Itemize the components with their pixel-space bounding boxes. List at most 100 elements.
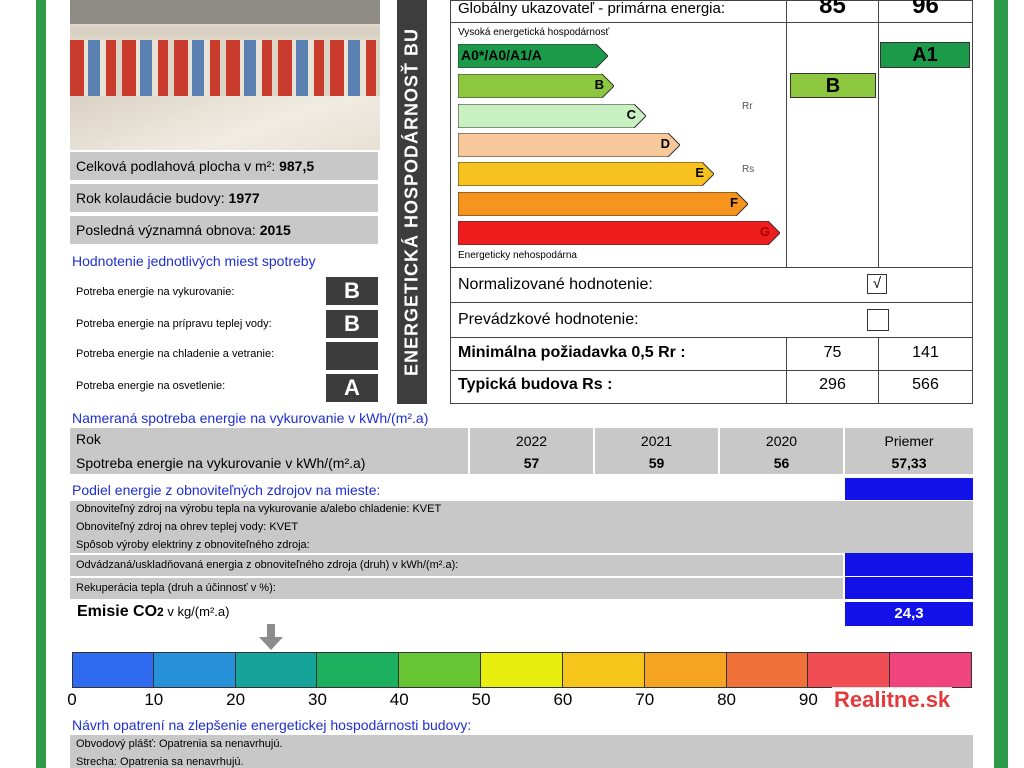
- header-divider: [450, 22, 973, 23]
- normalized-label: Normalizované hodnotenie:: [458, 276, 653, 293]
- inefficient-note: Energeticky nehospodárna: [458, 250, 577, 261]
- rr-marker: Rr: [742, 101, 753, 112]
- year-2022: 2022: [515, 433, 548, 449]
- rs-marker: Rs: [742, 164, 755, 175]
- year-2021: 2021: [640, 433, 673, 449]
- frame-left: [36, 0, 46, 768]
- energy-class-label-f: F: [730, 195, 738, 210]
- min-req-col2: 141: [912, 344, 939, 361]
- scale-col2: [878, 0, 973, 268]
- heat-recovery-box: [845, 577, 973, 599]
- typical-label: Typická budova Rs :: [458, 376, 613, 393]
- energy-class-arrow-c: C: [458, 104, 646, 128]
- value-2021: 59: [648, 455, 665, 471]
- co2-scale-outline: [72, 652, 972, 688]
- energy-class-arrow-e: E: [458, 162, 714, 186]
- col2-class-badge: A1: [880, 42, 970, 68]
- co2-pointer-arrow-icon: [258, 624, 283, 650]
- measured-heading: Nameraná spotreba energie na vykurovanie…: [72, 410, 429, 426]
- renewable-heating-line: Obnoviteľný zdroj na výrobu tepla na vyk…: [76, 503, 442, 515]
- year-2020: 2020: [765, 433, 798, 449]
- heat-recovery-line: Rekuperácia tepla (druh a účinnosť v %):: [76, 582, 276, 594]
- lighting-grade-badge: A: [326, 374, 378, 402]
- proposal-wall-value: Opatrenia sa nenavrhujú.: [159, 738, 283, 750]
- floor-area-label: Celková podlahová plocha v m²:: [76, 158, 280, 174]
- col1-class-badge: B: [790, 73, 876, 98]
- approval-year-label: Rok kolaudácie budovy:: [76, 190, 229, 206]
- energy-class-arrow-g: G: [458, 221, 780, 245]
- energy-class-arrow-d: D: [458, 133, 680, 157]
- energy-class-label-e: E: [695, 165, 704, 180]
- co2-value: 24,3: [845, 602, 973, 626]
- proposals-heading: Návrh opatrení na zlepšenie energetickej…: [72, 717, 472, 733]
- consumption-heading: Hodnotenie jednotlivých miest spotreby: [72, 253, 316, 269]
- proposal-wall: Obvodový plášť: Opatrenia sa nenavrhujú.: [76, 738, 283, 750]
- value-2022: 57: [523, 455, 540, 471]
- cooling-grade-badge: [326, 342, 378, 370]
- proposal-wall-label: Obvodový plášť:: [76, 738, 159, 750]
- floor-area-row: Celková podlahová plocha v m²: 987,5: [70, 152, 378, 180]
- operational-checkbox[interactable]: [867, 309, 889, 331]
- frame-right: [994, 0, 1008, 768]
- energy-class-label-b: B: [594, 77, 604, 92]
- vertical-title-band: ENERGETICKÁ HOSPODÁRNOSŤ BU: [397, 0, 427, 404]
- co2-scale-tick: 10: [144, 690, 164, 709]
- global-indicator-col1: 85: [819, 0, 846, 19]
- floor-area-value: 987,5: [279, 158, 315, 174]
- co2-scale-tick: 70: [635, 690, 655, 709]
- high-efficiency-note: Vysoká energetická hospodárnosť: [458, 27, 610, 38]
- renewable-hotwater-line: Obnoviteľný zdroj na ohrev teplej vody: …: [76, 521, 299, 533]
- typical-col1: 296: [819, 376, 846, 393]
- proposal-roof: Strecha: Opatrenia sa nenavrhujú.: [76, 756, 244, 768]
- co2-scale-tick: 20: [226, 690, 246, 709]
- co2-scale-tick: 50: [471, 690, 491, 709]
- heating-grade-badge: B: [326, 277, 378, 305]
- watermark-logo: Realitne.sk: [832, 687, 953, 713]
- co2-scale-tick: 80: [717, 690, 736, 709]
- normalized-checkbox[interactable]: √: [867, 274, 887, 294]
- average-value: 57,33: [891, 455, 927, 471]
- exported-energy-box: [845, 553, 973, 576]
- co2-scale-tick: 90: [798, 690, 818, 709]
- energy-class-label-c: C: [626, 107, 636, 122]
- co2-scale-tick: 30: [307, 690, 327, 709]
- co2-subscript: 2: [157, 605, 164, 619]
- renovation-value: 2015: [259, 222, 291, 238]
- co2-label-text: Emisie CO: [77, 603, 158, 620]
- energy-class-label-d: D: [660, 136, 670, 151]
- measured-year-label: Rok: [76, 431, 101, 447]
- building-photo: [70, 0, 380, 150]
- hot-water-grade-badge: B: [326, 310, 378, 338]
- energy-class-label-g: G: [759, 224, 770, 239]
- min-req-label: Minimálna požiadavka 0,5 Rr :: [458, 344, 686, 361]
- hot-water-need-label: Potreba energie na prípravu teplej vody:: [76, 318, 272, 330]
- approval-year-value: 1977: [228, 190, 260, 206]
- lighting-need-label: Potreba energie na osvetlenie:: [76, 380, 226, 392]
- renovation-row: Posledná významná obnova: 2015: [70, 216, 378, 244]
- global-indicator-col2: 96: [912, 0, 939, 19]
- operational-label: Prevádzkové hodnotenie:: [458, 311, 639, 328]
- average-label: Priemer: [884, 433, 934, 449]
- scale-col1: [786, 0, 879, 268]
- global-indicator-label: Globálny ukazovateľ - primárna energia:: [458, 0, 726, 17]
- value-2020: 56: [773, 455, 790, 471]
- min-req-col1: 75: [823, 344, 842, 361]
- typical-col2: 566: [912, 376, 939, 393]
- cooling-need-label: Potreba energie na chladenie a vetranie:: [76, 348, 275, 360]
- approval-year-row: Rok kolaudácie budovy: 1977: [70, 184, 378, 212]
- co2-scale-tick: 40: [389, 690, 409, 709]
- renewable-electricity-line: Spôsob výroby elektriny z obnoviteľného …: [76, 539, 310, 551]
- proposal-roof-value: Opatrenia sa nenavrhujú.: [120, 756, 244, 768]
- measured-consumption-label: Spotreba energie na vykurovanie v kWh/(m…: [76, 455, 366, 471]
- energy-class-arrow-b: B: [458, 74, 614, 98]
- renewables-share-box: [845, 478, 973, 500]
- co2-label: Emisie CO2 v kg/(m².a): [77, 603, 229, 621]
- heating-need-label: Potreba energie na vykurovanie:: [76, 286, 235, 298]
- co2-scale-tick: 60: [553, 690, 573, 709]
- proposal-roof-label: Strecha:: [76, 756, 121, 768]
- renovation-label: Posledná významná obnova:: [76, 222, 260, 238]
- renewables-heading: Podiel energie z obnoviteľných zdrojov n…: [72, 482, 381, 498]
- energy-class-label-a: A0*/A0/A1/A: [461, 47, 542, 63]
- energy-class-arrow-a: A0*/A0/A1/A: [458, 44, 608, 68]
- energy-class-arrow-f: F: [458, 192, 748, 216]
